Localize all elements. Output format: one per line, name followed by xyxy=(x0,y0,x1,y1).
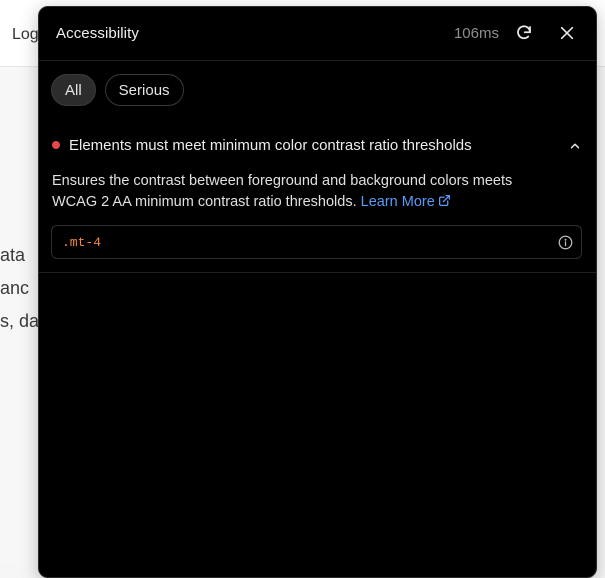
selector-row[interactable]: .mt-4 xyxy=(51,225,582,259)
issue-divider xyxy=(39,272,596,273)
external-link-icon xyxy=(438,194,450,207)
background-text-line: anc xyxy=(0,278,30,298)
issue-description: Ensures the contrast between foreground … xyxy=(52,171,542,213)
close-button[interactable] xyxy=(556,22,578,44)
severity-filters: All Serious xyxy=(51,74,184,106)
refresh-icon xyxy=(517,25,531,40)
background-nav-link[interactable]: Log xyxy=(12,26,39,44)
learn-more-link[interactable]: Learn More xyxy=(361,194,451,210)
timing-readout: 106ms xyxy=(453,25,499,42)
filter-all-chip[interactable]: All xyxy=(51,74,96,106)
filter-serious-chip[interactable]: Serious xyxy=(104,74,184,106)
issue-title: Elements must meet minimum color contras… xyxy=(69,137,472,154)
info-icon[interactable] xyxy=(557,234,573,250)
refresh-button[interactable] xyxy=(513,22,535,44)
severity-dot-icon xyxy=(52,141,60,149)
background-text-line: s, da xyxy=(0,311,40,331)
accessibility-panel: Accessibility 106ms All Serious Elements… xyxy=(38,6,597,578)
panel-title: Accessibility xyxy=(56,25,139,42)
background-text-line: ata xyxy=(0,245,26,265)
chevron-up-icon[interactable] xyxy=(566,137,584,155)
panel-header: Accessibility 106ms xyxy=(39,7,596,61)
selector-text: .mt-4 xyxy=(62,235,102,250)
close-icon xyxy=(560,26,574,40)
issue-header[interactable]: Elements must meet minimum color contras… xyxy=(52,135,584,157)
learn-more-label: Learn More xyxy=(360,194,435,210)
